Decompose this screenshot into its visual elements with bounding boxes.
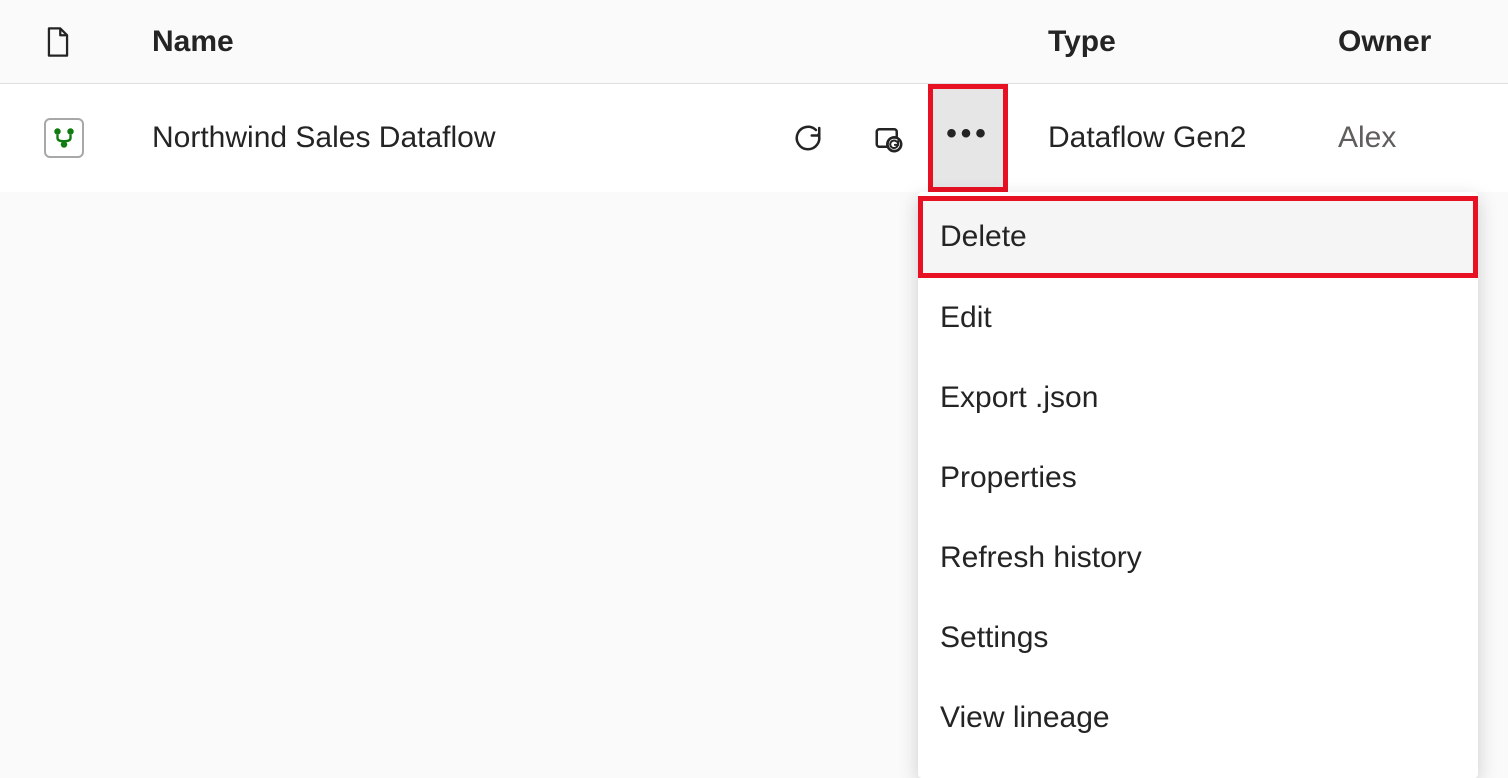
schedule-refresh-button[interactable]	[848, 84, 928, 192]
table-header: Name Type Owner	[0, 0, 1508, 84]
menu-item-view-lineage[interactable]: View lineage	[918, 678, 1478, 758]
menu-item-edit[interactable]: Edit	[918, 278, 1478, 358]
table-row[interactable]: Northwind Sales Dataflow ••• Dataflow Ge…	[0, 84, 1508, 192]
row-type: Dataflow Gen2	[1048, 121, 1338, 155]
ellipsis-icon: •••	[946, 119, 990, 149]
menu-item-export-json[interactable]: Export .json	[918, 358, 1478, 438]
menu-item-settings[interactable]: Settings	[918, 598, 1478, 678]
refresh-button[interactable]	[768, 84, 848, 192]
row-item-icon-cell	[44, 118, 152, 158]
dataflow-icon	[44, 118, 84, 158]
row-name[interactable]: Northwind Sales Dataflow	[152, 121, 768, 155]
row-owner: Alex	[1338, 121, 1508, 155]
branch-icon	[51, 125, 77, 151]
refresh-icon	[793, 123, 823, 153]
menu-item-refresh-history[interactable]: Refresh history	[918, 518, 1478, 598]
context-menu: Delete Edit Export .json Properties Refr…	[918, 192, 1478, 778]
document-icon	[44, 25, 72, 59]
column-header-name[interactable]: Name	[152, 25, 768, 59]
column-header-type[interactable]: Type	[1048, 25, 1338, 59]
schedule-refresh-icon	[873, 123, 903, 153]
row-actions: •••	[768, 84, 1048, 192]
column-header-owner[interactable]: Owner	[1338, 25, 1508, 59]
menu-item-delete[interactable]: Delete	[918, 196, 1478, 278]
menu-item-properties[interactable]: Properties	[918, 438, 1478, 518]
more-options-button[interactable]: •••	[928, 84, 1008, 192]
file-type-column-icon	[44, 25, 152, 59]
